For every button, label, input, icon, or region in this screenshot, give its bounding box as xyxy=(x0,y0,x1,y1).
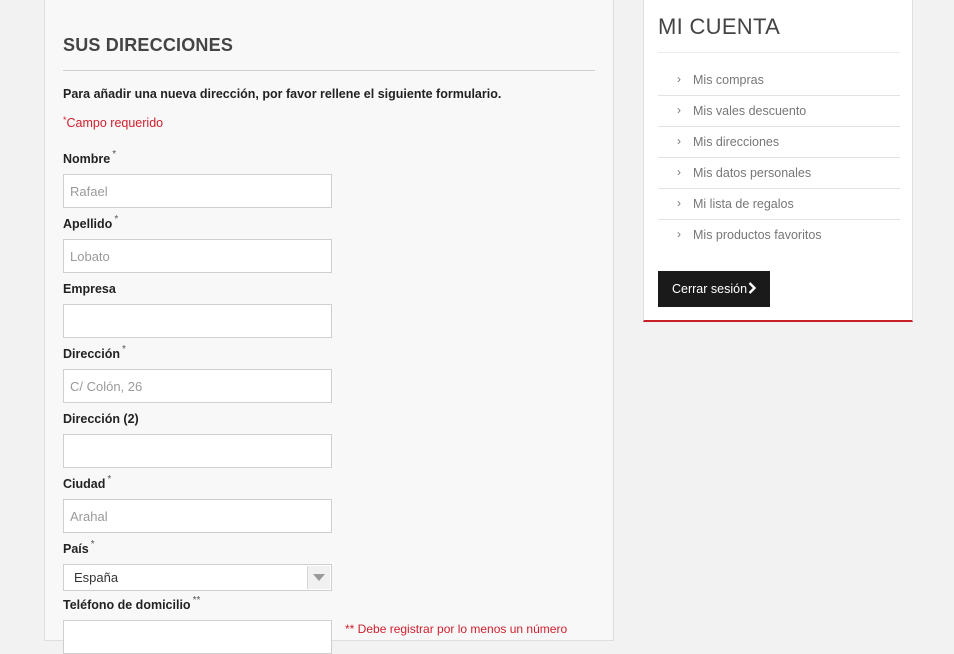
chevron-right-icon xyxy=(748,282,757,294)
direccion-input[interactable] xyxy=(63,369,332,403)
chevron-right-icon: › xyxy=(677,196,681,210)
telefono-label: Teléfono de domicilio ** xyxy=(63,595,201,612)
address-form-panel: SUS DIRECCIONES Para añadir una nueva di… xyxy=(44,0,614,654)
chevron-right-icon: › xyxy=(677,134,681,148)
apellido-label: Apellido * xyxy=(63,214,119,231)
nombre-input[interactable] xyxy=(63,174,332,208)
logout-button[interactable]: Cerrar sesión xyxy=(658,271,770,307)
account-title-divider xyxy=(658,52,900,53)
menu-item-label: Mi lista de regalos xyxy=(693,197,794,211)
ciudad-label: Ciudad * xyxy=(63,474,112,491)
menu-item-label: Mis compras xyxy=(693,73,764,87)
chevron-right-icon: › xyxy=(677,165,681,179)
account-panel: MI CUENTA › Mis compras › Mis vales desc… xyxy=(643,0,913,322)
menu-item-label: Mis datos personales xyxy=(693,166,812,180)
page-title: SUS DIRECCIONES xyxy=(63,35,234,55)
form-intro-text: Para añadir una nueva dirección, por fav… xyxy=(63,87,502,101)
ciudad-input[interactable] xyxy=(63,499,332,533)
nombre-label: Nombre * xyxy=(63,149,117,166)
pais-label: País * xyxy=(63,539,95,556)
direccion-label: Dirección * xyxy=(63,344,126,361)
apellido-input[interactable] xyxy=(63,239,332,273)
menu-item-label: Mis productos favoritos xyxy=(693,228,822,242)
account-menu: › Mis compras › Mis vales descuento › Mi… xyxy=(658,65,900,250)
chevron-right-icon: › xyxy=(677,103,681,117)
account-menu-item-vales[interactable]: › Mis vales descuento xyxy=(658,96,900,127)
required-field-note: *Campo requerido xyxy=(63,115,164,130)
chevron-down-icon xyxy=(313,574,325,581)
select-arrow[interactable] xyxy=(307,566,330,589)
empresa-input[interactable] xyxy=(63,304,332,338)
pais-select[interactable]: España xyxy=(63,564,332,591)
account-menu-item-datos[interactable]: › Mis datos personales xyxy=(658,158,900,189)
chevron-right-icon: › xyxy=(677,227,681,241)
required-star: * xyxy=(63,115,67,125)
menu-item-label: Mis vales descuento xyxy=(693,104,807,118)
direccion2-input[interactable] xyxy=(63,434,332,468)
pais-selected-value: España xyxy=(74,570,119,585)
empresa-label: Empresa xyxy=(63,282,116,296)
direccion2-label: Dirección (2) xyxy=(63,412,139,426)
account-menu-item-favoritos[interactable]: › Mis productos favoritos xyxy=(658,220,900,250)
logout-label: Cerrar sesión xyxy=(672,282,748,296)
account-menu-item-compras[interactable]: › Mis compras xyxy=(658,65,900,96)
required-note-text: Campo requerido xyxy=(66,116,164,130)
telefono-input[interactable] xyxy=(63,620,332,654)
phone-required-note: ** Debe registrar por lo menos un número xyxy=(345,622,568,636)
menu-item-label: Mis direcciones xyxy=(693,135,780,149)
account-menu-item-regalos[interactable]: › Mi lista de regalos xyxy=(658,189,900,220)
chevron-right-icon: › xyxy=(677,72,681,86)
account-title: MI CUENTA xyxy=(658,14,781,39)
title-divider xyxy=(63,70,595,71)
account-menu-item-direcciones[interactable]: › Mis direcciones xyxy=(658,127,900,158)
